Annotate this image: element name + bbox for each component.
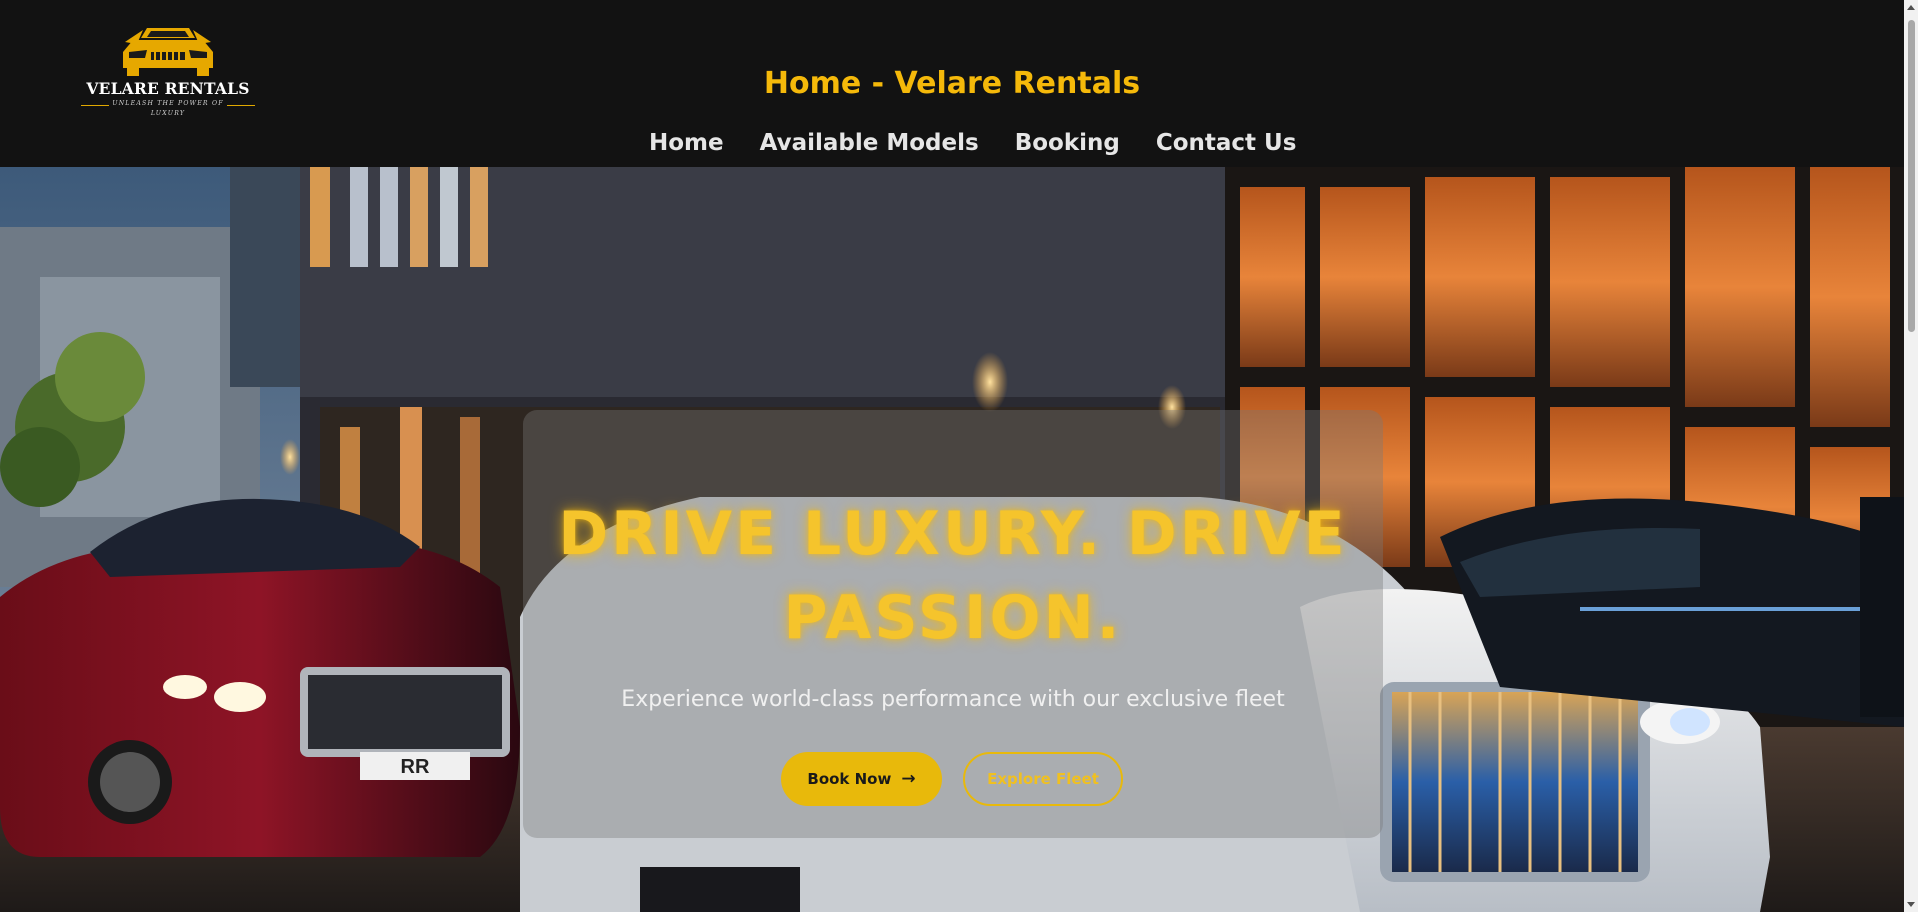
arrow-right-icon: → [901,768,916,789]
hero-headline: DRIVE LUXURY. DRIVE PASSION. [558,499,1348,653]
scroll-down-arrow-icon[interactable] [1907,902,1915,907]
book-now-button[interactable]: Book Now → [781,752,942,806]
main-nav: Home Available Models Booking Contact Us [649,125,1296,161]
nav-link-contact-us[interactable]: Contact Us [1156,125,1297,161]
book-now-label: Book Now [807,770,892,788]
license-plate-text: RR [401,756,430,778]
page-title: Home - Velare Rentals [763,66,1141,101]
nav-link-available-models[interactable]: Available Models [760,125,979,161]
scrollbar-thumb[interactable] [1908,20,1915,332]
logo-rule-right [227,105,255,106]
hero-section: RR DRIVE LUXURY. DRIVE PASSION. Experien… [0,167,1904,912]
hero-subheadline: Experience world-class performance with … [621,687,1285,712]
explore-fleet-label: Explore Fleet [987,770,1099,788]
scroll-up-arrow-icon[interactable] [1907,5,1915,10]
site-header: VELARE RENTALS UNLEASH THE POWER OF LUXU… [0,0,1904,167]
nav-link-home[interactable]: Home [649,125,724,161]
vertical-scrollbar[interactable] [1904,0,1918,912]
explore-fleet-button[interactable]: Explore Fleet [963,752,1123,806]
nav-link-booking[interactable]: Booking [1015,125,1120,161]
logo-rule-left [81,105,109,106]
